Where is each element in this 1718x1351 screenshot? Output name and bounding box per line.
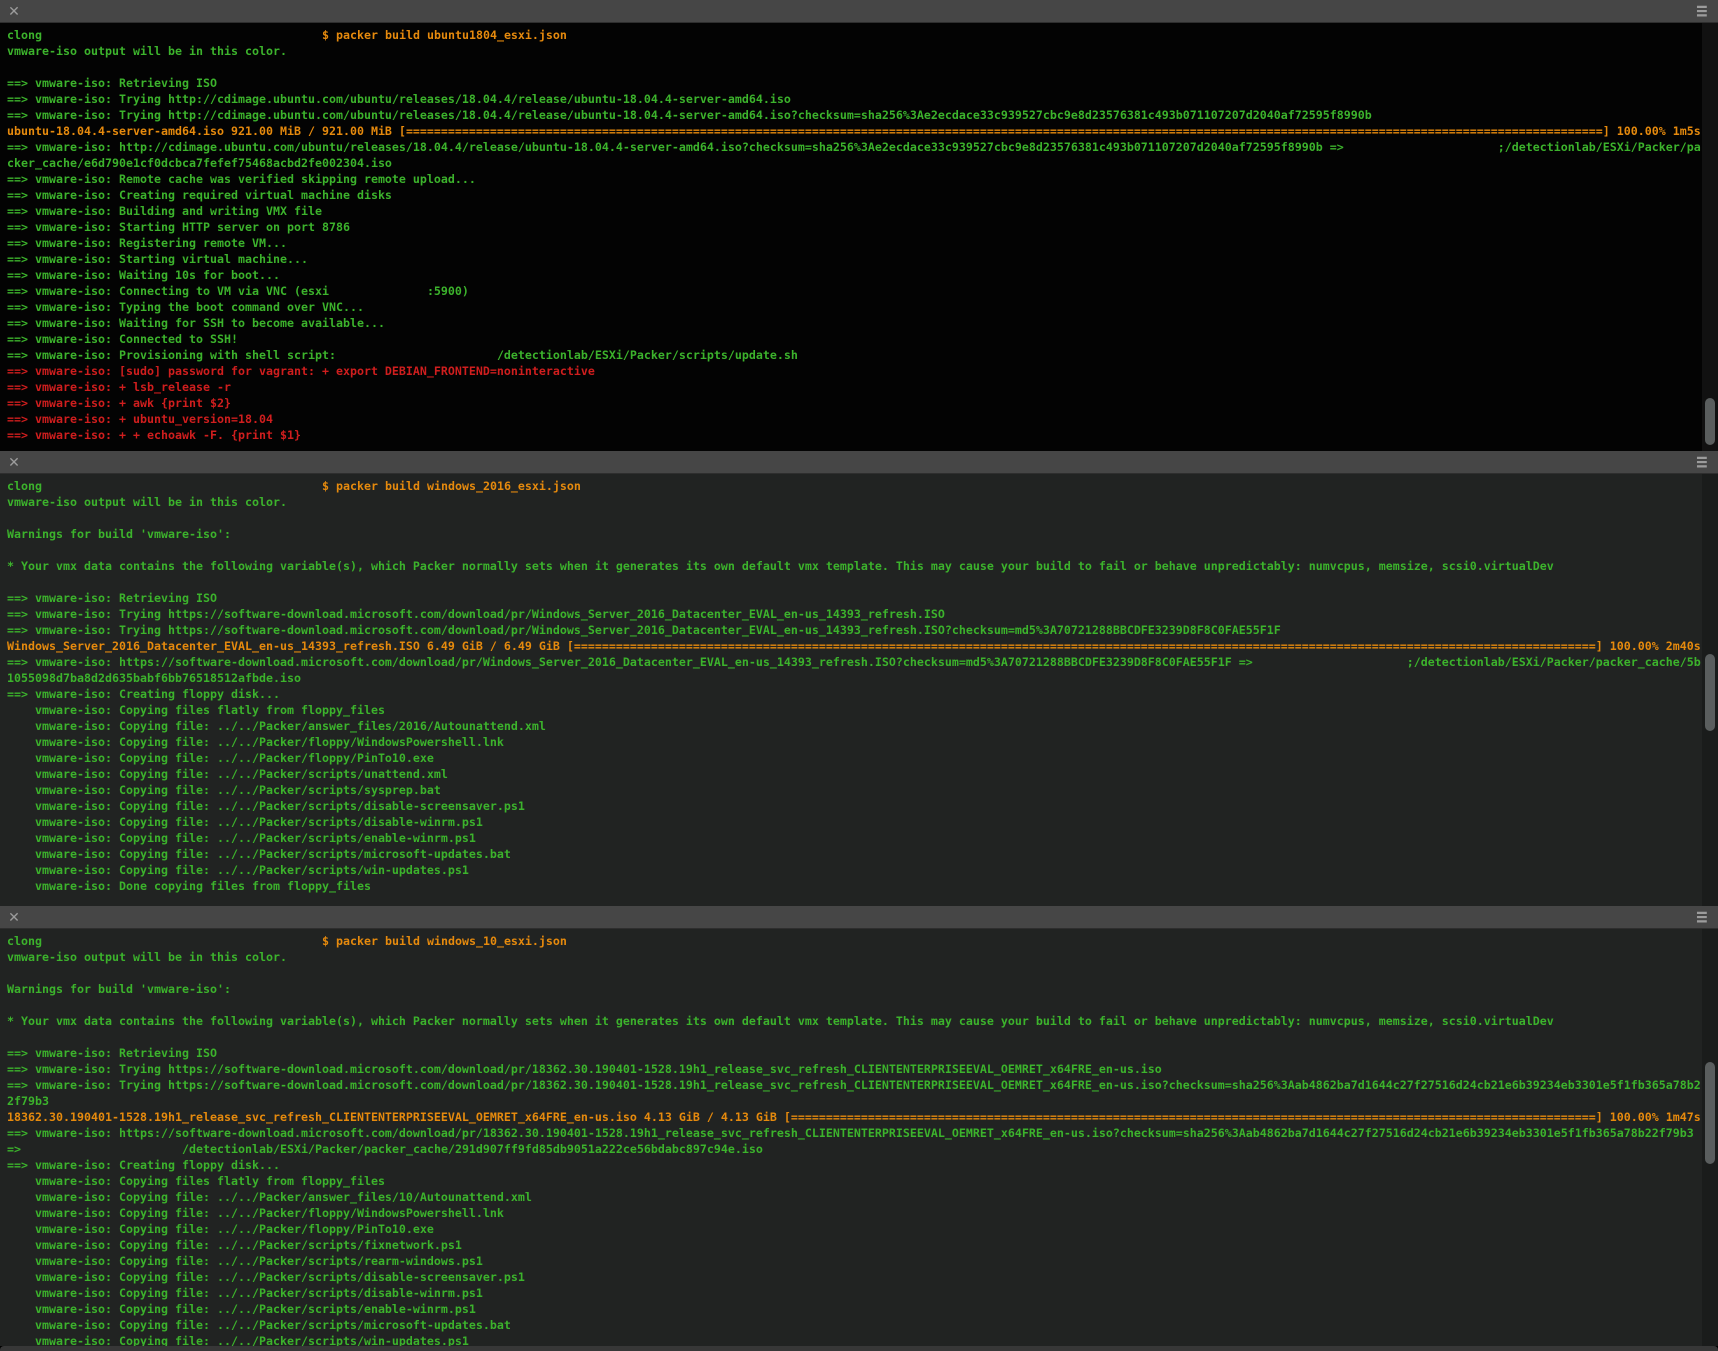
terminal-line: ==> vmware-iso: Connected to SSH! — [7, 331, 1718, 347]
terminal-line: vmware-iso: Copying file: ../../Packer/a… — [7, 1189, 1718, 1205]
terminal-line: vmware-iso: Copying file: ../../Packer/s… — [7, 814, 1718, 830]
terminal-line: vmware-iso: Copying file: ../../Packer/s… — [7, 782, 1718, 798]
terminal-line: => /detectionlab/ESXi/Packer/packer_cach… — [7, 1141, 1718, 1157]
terminal-line: ==> vmware-iso: Creating floppy disk... — [7, 1157, 1718, 1173]
terminal-line: vmware-iso: Copying file: ../../Packer/f… — [7, 1205, 1718, 1221]
terminal-line: Windows_Server_2016_Datacenter_EVAL_en-u… — [7, 638, 1718, 654]
terminal-line: * Your vmx data contains the following v… — [7, 558, 1718, 574]
terminal-line: clong $ packer build windows_10_esxi.jso… — [7, 933, 1718, 949]
terminal-line: vmware-iso: Copying file: ../../Packer/s… — [7, 862, 1718, 878]
terminal-line: ==> vmware-iso: Retrieving ISO — [7, 1045, 1718, 1061]
terminal-line: Warnings for build 'vmware-iso': — [7, 526, 1718, 542]
terminal-line: vmware-iso: Copying file: ../../Packer/s… — [7, 1317, 1718, 1333]
terminal-line — [7, 997, 1718, 1013]
terminal-line: ==> vmware-iso: + ubuntu_version=18.04 — [7, 411, 1718, 427]
close-icon[interactable]: ✕ — [6, 910, 22, 924]
terminal-line: vmware-iso: Copying file: ../../Packer/s… — [7, 846, 1718, 862]
terminal-line: ==> vmware-iso: Trying https://software-… — [7, 1077, 1718, 1093]
terminal-line: vmware-iso: Copying file: ../../Packer/s… — [7, 1333, 1718, 1346]
pane-titlebar-windows2016: ✕ ≡ — [0, 451, 1718, 474]
terminal-line: ==> vmware-iso: Connecting to VM via VNC… — [7, 283, 1718, 299]
terminal-line: vmware-iso: Copying file: ../../Packer/f… — [7, 734, 1718, 750]
terminal-line: ==> vmware-iso: https://software-downloa… — [7, 1125, 1718, 1141]
terminal-line — [7, 59, 1718, 75]
terminal-line: ==> vmware-iso: Trying http://cdimage.ub… — [7, 91, 1718, 107]
terminal-line: 2f79b3 — [7, 1093, 1718, 1109]
terminal-line: ==> vmware-iso: Waiting 10s for boot... — [7, 267, 1718, 283]
terminal-line: ==> vmware-iso: + lsb_release -r — [7, 379, 1718, 395]
terminal-line: * Your vmx data contains the following v… — [7, 1013, 1718, 1029]
terminal-line: ==> vmware-iso: Trying https://software-… — [7, 606, 1718, 622]
terminal-line: vmware-iso output will be in this color. — [7, 949, 1718, 965]
scrollbar-thumb[interactable] — [1705, 654, 1715, 731]
menu-icon[interactable]: ≡ — [1692, 455, 1712, 469]
terminal-line: clong $ packer build windows_2016_esxi.j… — [7, 478, 1718, 494]
terminal-line: ==> vmware-iso: Trying https://software-… — [7, 1061, 1718, 1077]
terminal-line — [7, 542, 1718, 558]
terminal-line: vmware-iso: Copying file: ../../Packer/s… — [7, 1237, 1718, 1253]
terminal-line: ==> vmware-iso: + awk {print $2} — [7, 395, 1718, 411]
terminal-line: ==> vmware-iso: Trying http://cdimage.ub… — [7, 107, 1718, 123]
terminal-line: vmware-iso: Copying file: ../../Packer/a… — [7, 718, 1718, 734]
terminal-pane-windows10: clong $ packer build windows_10_esxi.jso… — [0, 929, 1718, 1346]
terminal-line: ==> vmware-iso: https://software-downloa… — [7, 654, 1718, 670]
terminal-line: ==> vmware-iso: http://cdimage.ubuntu.co… — [7, 139, 1718, 155]
close-icon[interactable]: ✕ — [6, 4, 22, 18]
terminal-line: cker_cache/e6d790e1cf0dcbca7fefef75468ac… — [7, 155, 1718, 171]
menu-icon[interactable]: ≡ — [1692, 910, 1712, 924]
terminal-line: ==> vmware-iso: Typing the boot command … — [7, 299, 1718, 315]
scrollbar-track[interactable] — [1702, 929, 1718, 1346]
scrollbar-thumb[interactable] — [1705, 398, 1715, 445]
terminal-line: ==> vmware-iso: Retrieving ISO — [7, 590, 1718, 606]
terminal-line: Warnings for build 'vmware-iso': — [7, 981, 1718, 997]
terminal-line: ==> vmware-iso: + + echoawk -F. {print $… — [7, 427, 1718, 443]
terminal-window: ✕ ≡ clong $ packer build ubuntu1804_esxi… — [0, 0, 1718, 1351]
terminal-line: vmware-iso: Copying file: ../../Packer/s… — [7, 798, 1718, 814]
terminal-line: ==> vmware-iso: Building and writing VMX… — [7, 203, 1718, 219]
terminal-line: ==> vmware-iso: Remote cache was verifie… — [7, 171, 1718, 187]
window-bottom-edge — [0, 1346, 1718, 1351]
terminal-line: vmware-iso: Copying file: ../../Packer/f… — [7, 1221, 1718, 1237]
terminal-line: vmware-iso: Copying files flatly from fl… — [7, 702, 1718, 718]
terminal-line: vmware-iso: Copying file: ../../Packer/s… — [7, 830, 1718, 846]
terminal-line — [7, 1029, 1718, 1045]
terminal-line: vmware-iso output will be in this color. — [7, 494, 1718, 510]
terminal-line: vmware-iso: Copying files flatly from fl… — [7, 1173, 1718, 1189]
terminal-line: ==> vmware-iso: Creating required virtua… — [7, 187, 1718, 203]
terminal-line: vmware-iso: Copying file: ../../Packer/s… — [7, 766, 1718, 782]
terminal-line: ==> vmware-iso: Creating floppy disk... — [7, 686, 1718, 702]
terminal-line: vmware-iso: Copying file: ../../Packer/s… — [7, 1285, 1718, 1301]
scrollbar-track[interactable] — [1702, 474, 1718, 906]
scrollbar-track[interactable] — [1702, 23, 1718, 451]
terminal-line: ==> vmware-iso: Starting virtual machine… — [7, 251, 1718, 267]
close-icon[interactable]: ✕ — [6, 455, 22, 469]
terminal-line: ==> vmware-iso: Waiting for SSH to becom… — [7, 315, 1718, 331]
terminal-line — [7, 574, 1718, 590]
terminal-line: 18362.30.190401-1528.19h1_release_svc_re… — [7, 1109, 1718, 1125]
terminal-line — [7, 510, 1718, 526]
pane-titlebar-ubuntu1804: ✕ ≡ — [0, 0, 1718, 23]
terminal-line: vmware-iso output will be in this color. — [7, 43, 1718, 59]
terminal-line: ==> vmware-iso: Trying https://software-… — [7, 622, 1718, 638]
terminal-pane-windows2016: clong $ packer build windows_2016_esxi.j… — [0, 474, 1718, 906]
scrollbar-thumb[interactable] — [1705, 1062, 1715, 1164]
terminal-line: ==> vmware-iso: Registering remote VM... — [7, 235, 1718, 251]
terminal-line: ==> vmware-iso: [sudo] password for vagr… — [7, 363, 1718, 379]
terminal-line: ubuntu-18.04.4-server-amd64.iso 921.00 M… — [7, 123, 1718, 139]
terminal-line: clong $ packer build ubuntu1804_esxi.jso… — [7, 27, 1718, 43]
menu-icon[interactable]: ≡ — [1692, 4, 1712, 18]
terminal-line: ==> vmware-iso: Starting HTTP server on … — [7, 219, 1718, 235]
terminal-line: vmware-iso: Copying file: ../../Packer/s… — [7, 1253, 1718, 1269]
terminal-line: vmware-iso: Copying file: ../../Packer/f… — [7, 750, 1718, 766]
terminal-line: vmware-iso: Done copying files from flop… — [7, 878, 1718, 894]
terminal-line: 1055098d7ba8d2d635babf6bb76518512afbde.i… — [7, 670, 1718, 686]
terminal-pane-ubuntu1804: clong $ packer build ubuntu1804_esxi.jso… — [0, 23, 1718, 451]
terminal-line: vmware-iso: Copying file: ../../Packer/s… — [7, 1269, 1718, 1285]
terminal-line: ==> vmware-iso: Provisioning with shell … — [7, 347, 1718, 363]
terminal-line — [7, 965, 1718, 981]
terminal-line: ==> vmware-iso: Retrieving ISO — [7, 75, 1718, 91]
pane-titlebar-windows10: ✕ ≡ — [0, 906, 1718, 929]
terminal-line: vmware-iso: Copying file: ../../Packer/s… — [7, 1301, 1718, 1317]
